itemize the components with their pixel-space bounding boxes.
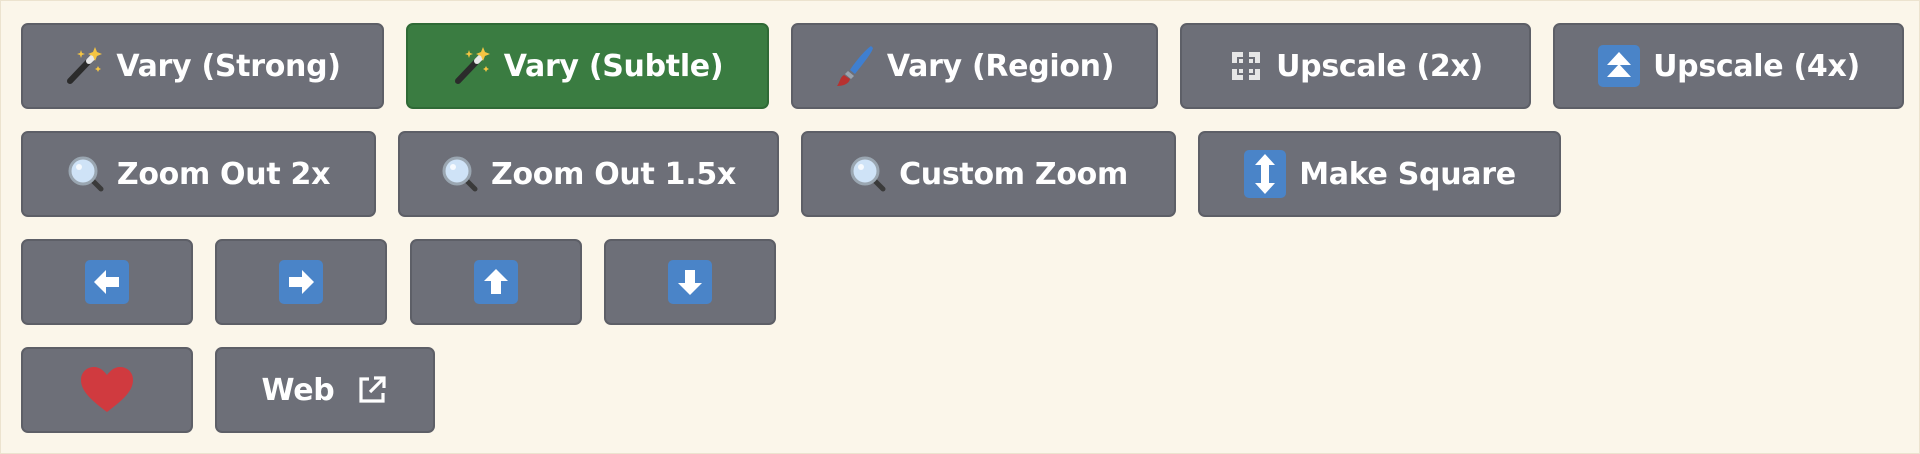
magnifier-icon [67,155,105,193]
zoom-out-2x-button[interactable]: Zoom Out 2x [21,131,376,217]
arrow-left-icon [84,259,130,305]
double-arrow-up-icon [1597,44,1641,88]
arrow-down-icon [667,259,713,305]
web-link-button[interactable]: Web [215,347,435,433]
pan-left-button[interactable] [21,239,193,325]
vertical-arrows-icon [1243,149,1287,199]
pan-right-button[interactable] [215,239,387,325]
button-panel: Vary (Strong) Vary (Subtle) Vary (Region… [0,0,1920,454]
make-square-button[interactable]: Make Square [1198,131,1561,217]
pan-down-button[interactable] [604,239,776,325]
custom-zoom-label: Custom Zoom [899,156,1128,192]
pan-up-button[interactable] [410,239,582,325]
upscale-2x-button[interactable]: Upscale (2x) [1180,23,1531,109]
arrow-right-icon [278,259,324,305]
make-square-label: Make Square [1299,156,1516,192]
zoom-out-1-5x-label: Zoom Out 1.5x [491,156,736,192]
paintbrush-icon [835,44,875,88]
vary-strong-label: Vary (Strong) [116,48,341,84]
upscale-4x-button[interactable]: Upscale (4x) [1553,23,1904,109]
arrow-up-icon [473,259,519,305]
expand-corners-icon [1228,48,1264,84]
web-label: Web [261,372,335,408]
vary-strong-button[interactable]: Vary (Strong) [21,23,384,109]
vary-region-button[interactable]: Vary (Region) [791,23,1158,109]
upscale-2x-label: Upscale (2x) [1276,48,1483,84]
favorite-button[interactable] [21,347,193,433]
upscale-4x-label: Upscale (4x) [1653,48,1860,84]
custom-zoom-button[interactable]: Custom Zoom [801,131,1176,217]
magic-wand-icon [452,46,492,86]
external-link-icon [356,374,388,406]
magnifier-icon [441,155,479,193]
zoom-out-2x-label: Zoom Out 2x [116,156,331,192]
magic-wand-icon [64,46,104,86]
vary-subtle-button[interactable]: Vary (Subtle) [406,23,769,109]
vary-region-label: Vary (Region) [886,48,1115,84]
vary-subtle-label: Vary (Subtle) [503,48,724,84]
magnifier-icon [849,155,887,193]
zoom-out-1-5x-button[interactable]: Zoom Out 1.5x [398,131,779,217]
heart-icon [79,365,135,415]
